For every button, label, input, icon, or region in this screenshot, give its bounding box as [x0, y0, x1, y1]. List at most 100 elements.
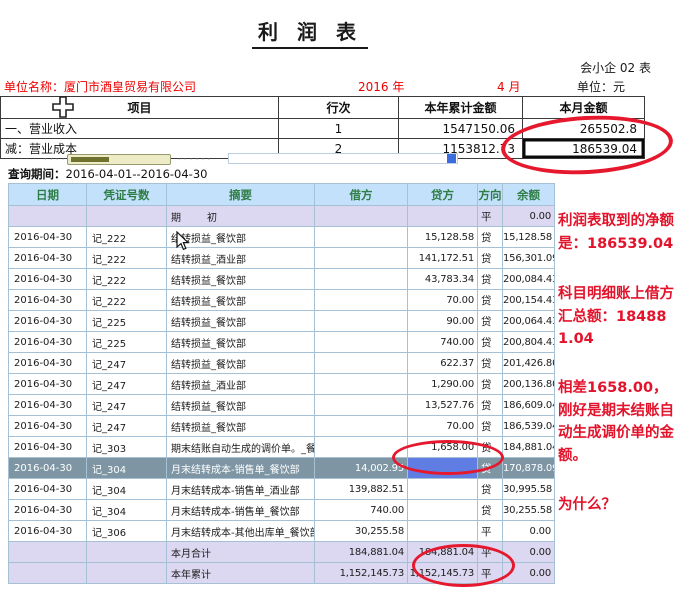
cell-voucher — [87, 542, 167, 563]
cell-line: 1 — [279, 119, 399, 139]
col-header-balance: 余额 — [503, 184, 555, 206]
cell-direction: 贷 — [478, 269, 503, 290]
input-button-icon[interactable] — [447, 154, 456, 163]
ledger-row[interactable]: 2016-04-30 记_225 结转损益_餐饮部 90.00 贷 200,06… — [9, 311, 555, 332]
ledger-table: 日期 凭证号数 摘要 借方 贷方 方向 余额 期 初 平 0.00 2016-0… — [8, 183, 555, 584]
cell-debit — [315, 206, 408, 227]
toolbar-dropdown[interactable] — [67, 154, 171, 165]
cell-summary: 期 初 — [167, 206, 315, 227]
annotation-net-amount: 利润表取到的净额是：186539.04 — [558, 210, 675, 255]
unit-name-label: 单位名称：厦门市酒皇贸易有限公司 — [4, 78, 196, 95]
cell-direction: 贷 — [478, 458, 503, 479]
cell-date — [9, 206, 87, 227]
cell-summary: 本年累计 — [167, 563, 315, 584]
cell-direction: 平 — [478, 563, 503, 584]
cell-debit — [315, 227, 408, 248]
cell-summary: 月末结转成本-销售单_餐饮部 — [167, 458, 315, 479]
cell-voucher: 记_222 — [87, 248, 167, 269]
cell-summary: 结转损益_餐饮部 — [167, 269, 315, 290]
cell-voucher — [87, 563, 167, 584]
toolbar-dots: ······ — [178, 155, 213, 165]
cell-date: 2016-04-30 — [9, 353, 87, 374]
cell-debit — [315, 311, 408, 332]
cell-date: 2016-04-30 — [9, 521, 87, 542]
cell-date: 2016-04-30 — [9, 332, 87, 353]
ledger-row[interactable]: 2016-04-30 记_222 结转损益_餐饮部 43,783.34 贷 20… — [9, 269, 555, 290]
cell-credit: 1,658.00 — [408, 437, 478, 458]
ledger-row[interactable]: 2016-04-30 记_303 期末结账自动生成的调价单。_餐饮部 1,658… — [9, 437, 555, 458]
ledger-row[interactable]: 2016-04-30 记_304 月末结转成本-销售单_餐饮部 740.00 贷… — [9, 500, 555, 521]
cell-voucher: 记_247 — [87, 395, 167, 416]
ledger-row[interactable]: 2016-04-30 记_222 结转损益_酒业部 141,172.51 贷 1… — [9, 248, 555, 269]
ledger-row[interactable]: 2016-04-30 记_225 结转损益_餐饮部 740.00 贷 200,8… — [9, 332, 555, 353]
cell-debit — [315, 395, 408, 416]
ledger-row[interactable]: 2016-04-30 记_247 结转损益_酒业部 1,290.00 贷 200… — [9, 374, 555, 395]
cell-direction: 贷 — [478, 248, 503, 269]
ledger-row[interactable]: 本年累计 1,152,145.73 1,152,145.73 平 0.00 — [9, 563, 555, 584]
ledger-row[interactable]: 本月合计 184,881.04 184,881.04 平 0.00 — [9, 542, 555, 563]
cell-direction: 贷 — [478, 437, 503, 458]
cell-voucher — [87, 206, 167, 227]
cell-credit: 622.37 — [408, 353, 478, 374]
col-header-ytd: 本年累计金额 — [399, 97, 523, 119]
cell-credit — [408, 458, 478, 479]
profit-row-revenue[interactable]: 一、营业收入 1 1547150.06 265502.8 — [1, 119, 645, 139]
col-header-item: 项目 — [1, 97, 279, 119]
col-header-dir: 方向 — [478, 184, 503, 206]
cell-credit — [408, 521, 478, 542]
ledger-row[interactable]: 2016-04-30 记_306 月末结转成本-其他出库单_餐饮部 30,255… — [9, 521, 555, 542]
cell-voucher: 记_222 — [87, 227, 167, 248]
ledger-row[interactable]: 期 初 平 0.00 — [9, 206, 555, 227]
annotation-why-question: 为什么？ — [558, 494, 675, 517]
dropdown-selection-icon — [71, 157, 109, 162]
cell-voucher: 记_247 — [87, 374, 167, 395]
cell-balance: 156,301.09 — [503, 248, 555, 269]
ledger-row[interactable]: 2016-04-30 记_247 结转损益_餐饮部 70.00 贷 186,53… — [9, 416, 555, 437]
cell-voucher: 记_222 — [87, 290, 167, 311]
toolbar-dots: ···· — [44, 155, 67, 165]
cell-summary: 结转损益_餐饮部 — [167, 227, 315, 248]
col-header-voucher: 凭证号数 — [87, 184, 167, 206]
currency-unit-label: 单位：元 — [577, 78, 625, 95]
cell-credit — [408, 479, 478, 500]
cell-direction: 贷 — [478, 332, 503, 353]
cell-credit — [408, 206, 478, 227]
cell-debit: 184,881.04 — [315, 542, 408, 563]
cell-credit: 43,783.34 — [408, 269, 478, 290]
cell-date: 2016-04-30 — [9, 458, 87, 479]
cell-summary: 本月合计 — [167, 542, 315, 563]
cell-summary: 月末结转成本-其他出库单_餐饮部 — [167, 521, 315, 542]
cell-direction: 平 — [478, 542, 503, 563]
cell-summary: 结转损益_餐饮部 — [167, 311, 315, 332]
cell-date: 2016-04-30 — [9, 374, 87, 395]
annotation-difference: 相差1658.00，刚好是期末结账自动生成调价单的金额。 — [558, 377, 675, 467]
cell-balance: 0.00 — [503, 542, 555, 563]
cell-balance: 184,881.04 — [503, 437, 555, 458]
ledger-row[interactable]: 2016-04-30 记_222 结转损益_餐饮部 70.00 贷 200,15… — [9, 290, 555, 311]
ledger-row[interactable]: 2016-04-30 记_304 月末结转成本-销售单_酒业部 139,882.… — [9, 479, 555, 500]
cell-debit — [315, 269, 408, 290]
toolbar-input[interactable] — [228, 153, 458, 164]
cell-credit: 141,172.51 — [408, 248, 478, 269]
cell-direction: 贷 — [478, 500, 503, 521]
cell-balance: 200,064.43 — [503, 311, 555, 332]
cell-voucher: 记_304 — [87, 500, 167, 521]
cell-credit: 13,527.76 — [408, 395, 478, 416]
cell-direction: 贷 — [478, 479, 503, 500]
page-title: 利 润 表 — [252, 16, 368, 49]
report-title-wrap: 利 润 表 — [0, 16, 620, 49]
cell-summary: 月末结转成本-销售单_酒业部 — [167, 479, 315, 500]
cell-debit — [315, 353, 408, 374]
cell-credit: 70.00 — [408, 290, 478, 311]
cell-balance: 15,128.58 — [503, 227, 555, 248]
cell-balance: 201,426.80 — [503, 353, 555, 374]
cell-balance: 200,154.43 — [503, 290, 555, 311]
ledger-row[interactable]: 2016-04-30 记_304 月末结转成本-销售单_餐饮部 14,002.9… — [9, 458, 555, 479]
col-header-debit: 借方 — [315, 184, 408, 206]
ledger-row[interactable]: 2016-04-30 记_247 结转损益_餐饮部 622.37 贷 201,4… — [9, 353, 555, 374]
cell-date: 2016-04-30 — [9, 416, 87, 437]
cell-debit — [315, 248, 408, 269]
ledger-row[interactable]: 2016-04-30 记_247 结转损益_餐饮部 13,527.76 贷 18… — [9, 395, 555, 416]
cell-credit: 740.00 — [408, 332, 478, 353]
ledger-row[interactable]: 2016-04-30 记_222 结转损益_餐饮部 15,128.58 贷 15… — [9, 227, 555, 248]
